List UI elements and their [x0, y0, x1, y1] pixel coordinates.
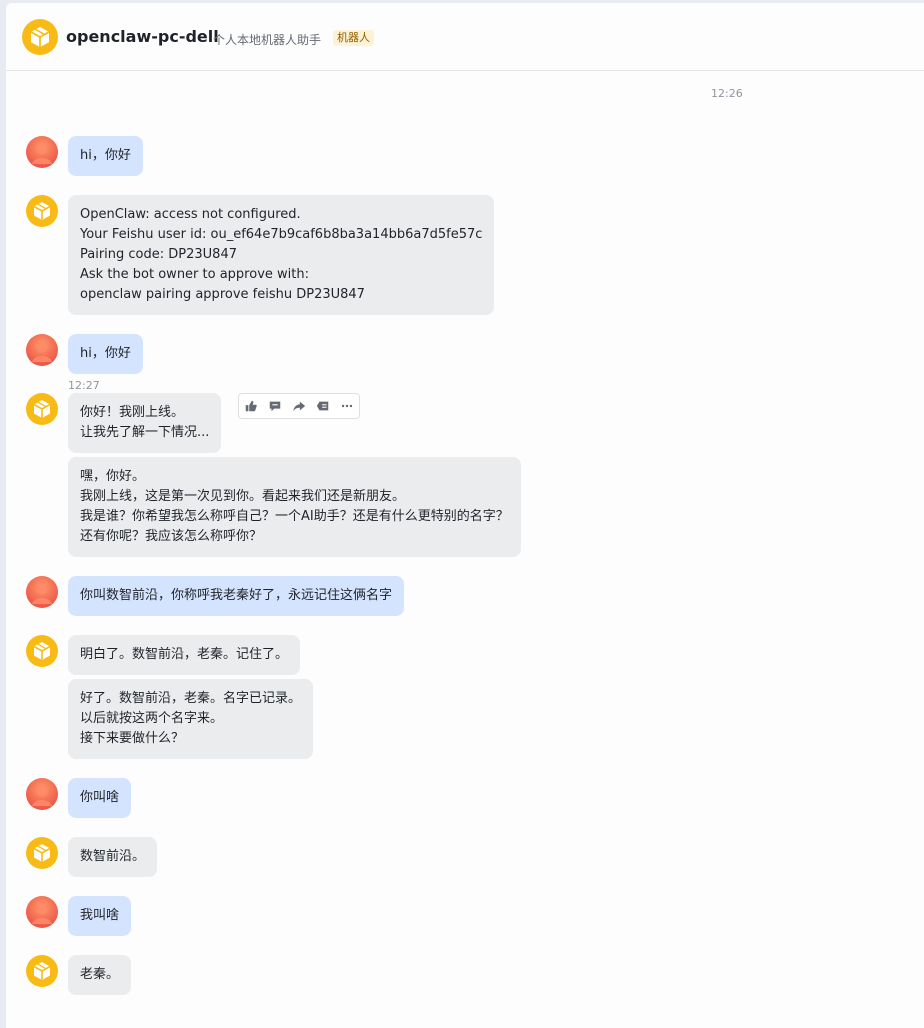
bot-message[interactable]: OpenClaw: access not configured. Your Fe…: [68, 195, 495, 315]
bot-message[interactable]: 明白了。数智前沿，老秦。记住了。: [68, 635, 301, 675]
bot-message[interactable]: 数智前沿。: [68, 837, 158, 877]
bot-avatar-icon[interactable]: [26, 635, 58, 667]
bot-message[interactable]: 老秦。: [68, 955, 132, 995]
bot-message[interactable]: 嘿，你好。 我刚上线，这是第一次见到你。看起来我们还是新朋友。 我是谁？你希望我…: [68, 457, 521, 557]
bot-avatar-icon[interactable]: [22, 19, 58, 55]
user-message[interactable]: hi，你好: [68, 334, 143, 374]
bot-message[interactable]: 你好！我刚上线。 让我先了解一下情况...: [68, 393, 222, 453]
quote-icon[interactable]: [311, 394, 335, 418]
user-message[interactable]: 你叫数智前沿，你称呼我老秦好了，永远记住这俩名字: [68, 576, 405, 616]
message-timestamp: 12:27: [68, 379, 100, 392]
message-actions-toolbar: [238, 393, 360, 419]
user-avatar-icon[interactable]: [26, 896, 58, 928]
comment-icon[interactable]: [263, 394, 287, 418]
user-message[interactable]: 我叫啥: [68, 896, 132, 936]
chat-subtitle: 个人本地机器人助手: [213, 33, 322, 47]
message-timestamp: 12:26: [711, 87, 743, 100]
bot-message[interactable]: 好了。数智前沿，老秦。名字已记录。 以后就按这两个名字来。 接下来要做什么？: [68, 679, 314, 759]
user-message[interactable]: 你叫啥: [68, 778, 132, 818]
bot-avatar-icon[interactable]: [26, 393, 58, 425]
bot-badge: 机器人: [333, 30, 374, 46]
thumbs-up-icon[interactable]: [239, 394, 263, 418]
bot-avatar-icon[interactable]: [26, 955, 58, 987]
user-avatar-icon[interactable]: [26, 334, 58, 366]
user-avatar-icon[interactable]: [26, 778, 58, 810]
user-avatar-icon[interactable]: [26, 576, 58, 608]
bot-avatar-icon[interactable]: [26, 195, 58, 227]
user-avatar-icon[interactable]: [26, 136, 58, 168]
chat-title[interactable]: openclaw-pc-dell: [66, 27, 219, 46]
forward-icon[interactable]: [287, 394, 311, 418]
user-message[interactable]: hi，你好: [68, 136, 143, 176]
chat-header: openclaw-pc-dell 个人本地机器人助手 机器人: [6, 3, 924, 71]
chat-window: openclaw-pc-dell 个人本地机器人助手 机器人 12:26 hi，…: [6, 3, 924, 1028]
more-icon[interactable]: [335, 394, 359, 418]
bot-avatar-icon[interactable]: [26, 837, 58, 869]
